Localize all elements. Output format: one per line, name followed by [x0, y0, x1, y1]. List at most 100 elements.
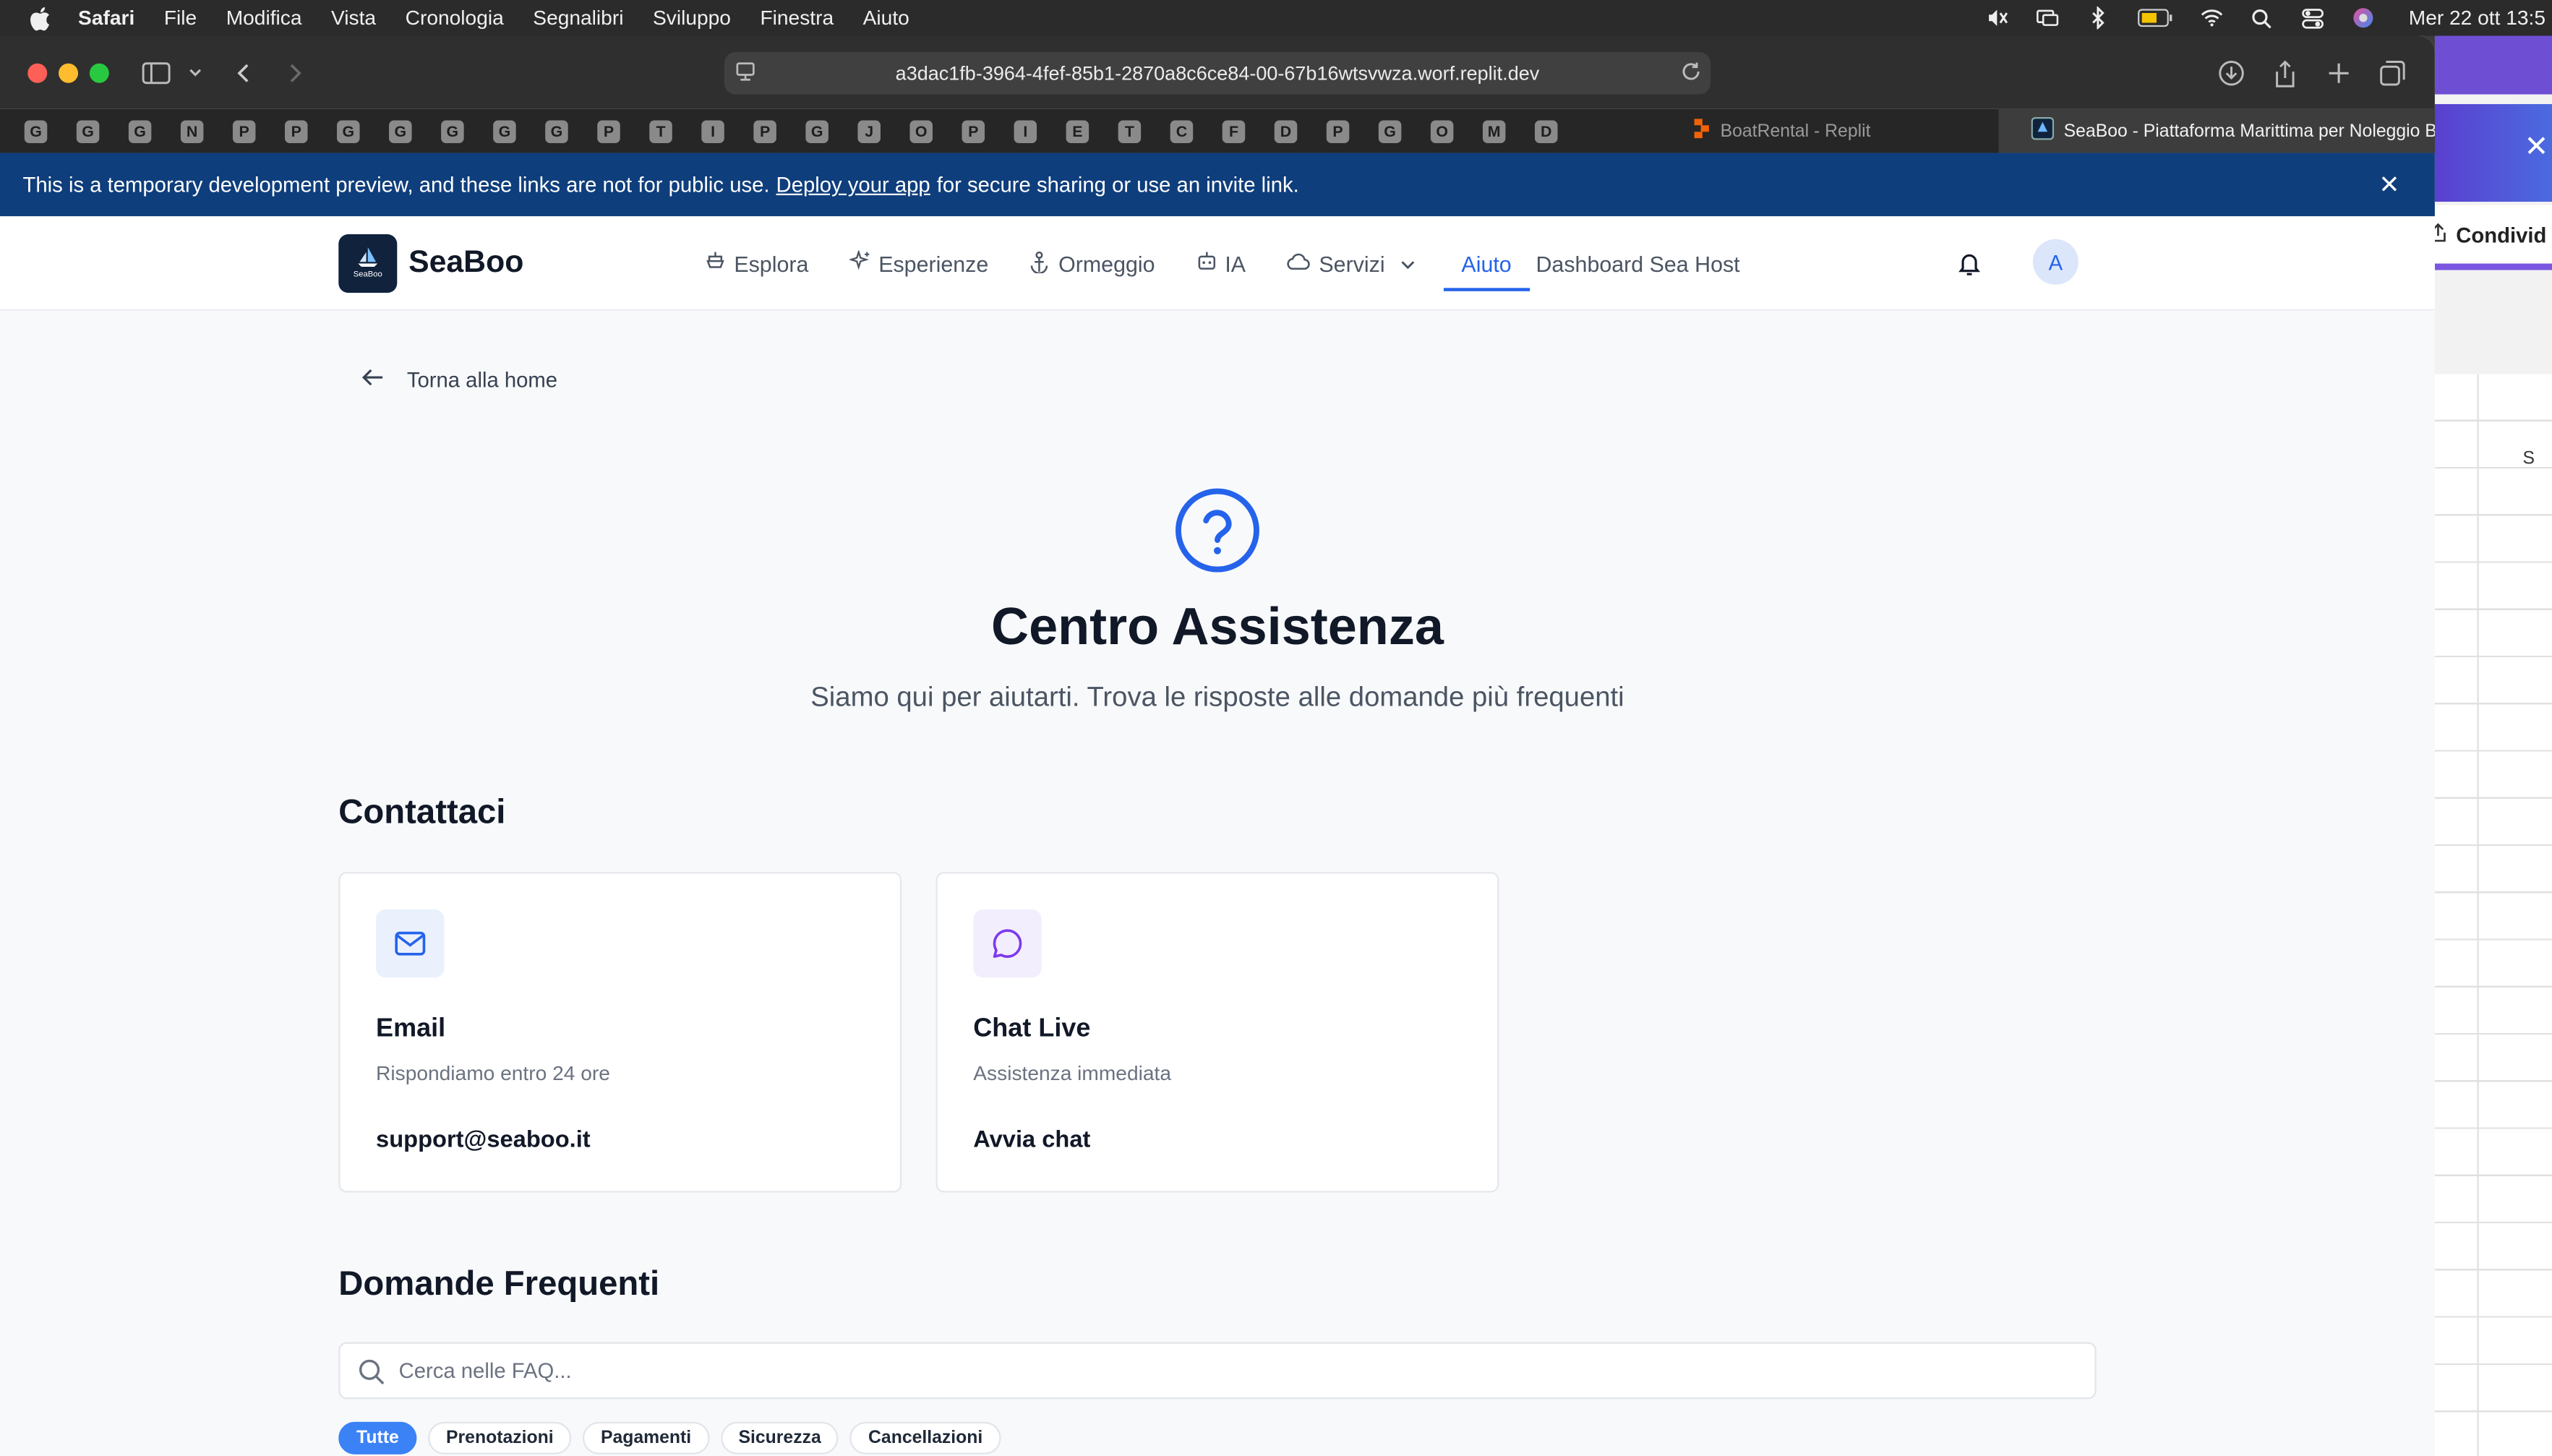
forward-arrow-icon[interactable]: [278, 57, 311, 90]
control-center-icon[interactable]: [2301, 7, 2324, 30]
filter-cancellazioni[interactable]: Cancellazioni: [850, 1421, 1001, 1455]
menu-segnalibri[interactable]: Segnalibri: [533, 7, 623, 30]
favorite-bookmark[interactable]: P: [218, 119, 270, 145]
sidebar-toggle-icon[interactable]: [140, 57, 173, 90]
favorite-bookmark[interactable]: G: [1364, 119, 1416, 145]
user-avatar[interactable]: A: [2032, 239, 2078, 285]
nav-ia[interactable]: IA: [1196, 216, 1246, 311]
bell-icon[interactable]: [1955, 249, 1984, 278]
filter-pagamenti[interactable]: Pagamenti: [583, 1421, 709, 1455]
back-to-home-link[interactable]: Torna alla home: [361, 368, 557, 392]
share-icon[interactable]: [2269, 57, 2301, 90]
screen-mirroring-icon[interactable]: [2036, 7, 2059, 30]
favorite-bookmark[interactable]: O: [895, 119, 947, 145]
downloads-icon[interactable]: [2215, 57, 2248, 90]
favorite-bookmark[interactable]: I: [999, 119, 1051, 145]
favorite-bookmark[interactable]: G: [479, 119, 531, 145]
apple-icon[interactable]: [30, 6, 53, 30]
contact-card-email[interactable]: Email Rispondiamo entro 24 ore support@s…: [338, 872, 902, 1193]
menu-aiuto[interactable]: Aiuto: [863, 7, 909, 30]
faq-search[interactable]: [338, 1342, 2097, 1400]
new-tab-icon[interactable]: [2323, 57, 2355, 90]
menu-file[interactable]: File: [164, 7, 197, 30]
window-fullscreen-button[interactable]: [89, 63, 109, 83]
nav-dashboard-sea-host[interactable]: Dashboard Sea Host: [1536, 216, 1739, 311]
siri-icon[interactable]: [2352, 7, 2375, 30]
seaboo-logo[interactable]: SeaBoo: [338, 234, 398, 294]
brand-name[interactable]: SeaBoo: [408, 246, 523, 282]
menu-cronologia[interactable]: Cronologia: [406, 7, 504, 30]
favorite-bookmark[interactable]: D: [1260, 119, 1312, 145]
bluetooth-icon[interactable]: [2086, 7, 2110, 30]
favorite-bookmark[interactable]: C: [1155, 119, 1207, 145]
nav-ormeggio[interactable]: Ormeggio: [1029, 216, 1155, 311]
favorite-bookmark[interactable]: P: [1312, 119, 1364, 145]
spotlight-search-icon[interactable]: [2251, 7, 2274, 30]
favorite-bookmark[interactable]: T: [635, 119, 687, 145]
spreadsheet-grid[interactable]: [2434, 374, 2552, 1456]
close-icon[interactable]: ✕: [2525, 130, 2549, 164]
favorite-bookmark[interactable]: D: [1520, 119, 1572, 145]
window-minimize-button[interactable]: [59, 63, 79, 83]
favorite-bookmark[interactable]: G: [10, 119, 62, 145]
battery-icon[interactable]: [2137, 7, 2173, 30]
favorite-bookmark[interactable]: J: [843, 119, 895, 145]
reload-icon[interactable]: [1679, 60, 1703, 87]
filter-prenotazioni[interactable]: Prenotazioni: [428, 1421, 572, 1455]
tab-seaboo[interactable]: SeaBoo - Piattaforma Marittima per Noleg…: [1998, 108, 2435, 153]
email-link[interactable]: support@seaboo.it: [376, 1127, 591, 1153]
nav-servizi[interactable]: Servizi: [1286, 216, 1416, 311]
faq-heading: Domande Frequenti: [338, 1265, 660, 1303]
menu-vista[interactable]: Vista: [331, 7, 376, 30]
favorite-bookmark[interactable]: G: [62, 119, 114, 145]
favorite-bookmark[interactable]: P: [739, 119, 791, 145]
favorite-bookmark[interactable]: O: [1416, 119, 1468, 145]
chevron-down-icon[interactable]: [179, 57, 212, 90]
favorite-bookmark[interactable]: E: [1051, 119, 1103, 145]
share-icon: [2434, 222, 2448, 247]
favorite-bookmark[interactable]: F: [1207, 119, 1259, 145]
nav-aiuto[interactable]: Aiuto: [1443, 216, 1529, 311]
start-chat-link[interactable]: Avvia chat: [973, 1127, 1090, 1153]
address-url[interactable]: a3dac1fb-3964-4fef-85b1-2870a8c6ce84-00-…: [896, 62, 1540, 85]
favorite-bookmark[interactable]: G: [531, 119, 583, 145]
menubar-clock[interactable]: Mer 22 ott 13:5: [2409, 7, 2545, 30]
favorite-bookmark[interactable]: G: [791, 119, 843, 145]
filter-tutte[interactable]: Tutte: [338, 1421, 417, 1455]
window-close-button[interactable]: [27, 63, 48, 83]
deploy-app-link[interactable]: Deploy your app: [776, 173, 930, 197]
tab-boatrental-replit[interactable]: BoatRental - Replit: [1692, 109, 1870, 153]
address-bar[interactable]: a3dac1fb-3964-4fef-85b1-2870a8c6ce84-00-…: [724, 52, 1711, 95]
menu-app-name[interactable]: Safari: [78, 7, 134, 30]
favorite-bookmark[interactable]: T: [1103, 119, 1155, 145]
close-icon[interactable]: [2376, 171, 2402, 197]
faq-search-input[interactable]: [398, 1343, 2076, 1398]
favorite-bookmark[interactable]: G: [114, 119, 166, 145]
nav-esplora[interactable]: Esplora: [705, 216, 808, 311]
back-arrow-icon[interactable]: [228, 57, 260, 90]
menu-modifica[interactable]: Modifica: [226, 7, 302, 30]
favorite-bookmark[interactable]: P: [583, 119, 635, 145]
tab-overview-icon[interactable]: [2376, 57, 2409, 90]
favorite-bookmark[interactable]: P: [270, 119, 322, 145]
favorite-bookmark[interactable]: I: [687, 119, 739, 145]
menu-finestra[interactable]: Finestra: [760, 7, 834, 30]
wifi-icon[interactable]: [2201, 7, 2224, 30]
favorite-bookmark[interactable]: G: [374, 119, 427, 145]
favorite-bookmark[interactable]: P: [947, 119, 999, 145]
favorite-bookmark[interactable]: N: [166, 119, 218, 145]
site-settings-icon[interactable]: [736, 62, 759, 88]
favorite-bookmark[interactable]: G: [322, 119, 374, 145]
share-button[interactable]: Condivid: [2434, 205, 2552, 270]
menu-sviluppo[interactable]: Sviluppo: [653, 7, 731, 30]
nav-esperienze[interactable]: Esperienze: [847, 216, 988, 311]
favorite-bookmark[interactable]: M: [1468, 119, 1520, 145]
spreadsheet-column-header[interactable]: S: [2523, 449, 2535, 468]
filter-sicurezza[interactable]: Sicurezza: [720, 1421, 839, 1455]
favorite-bookmark[interactable]: G: [427, 119, 479, 145]
cloud-icon: [1286, 252, 1311, 276]
bookmark-letter-icon: D: [1534, 120, 1558, 144]
contact-heading: Contattaci: [338, 794, 506, 831]
mute-icon[interactable]: [1985, 7, 2008, 30]
contact-card-chat[interactable]: Chat Live Assistenza immediata Avvia cha…: [935, 872, 1499, 1193]
